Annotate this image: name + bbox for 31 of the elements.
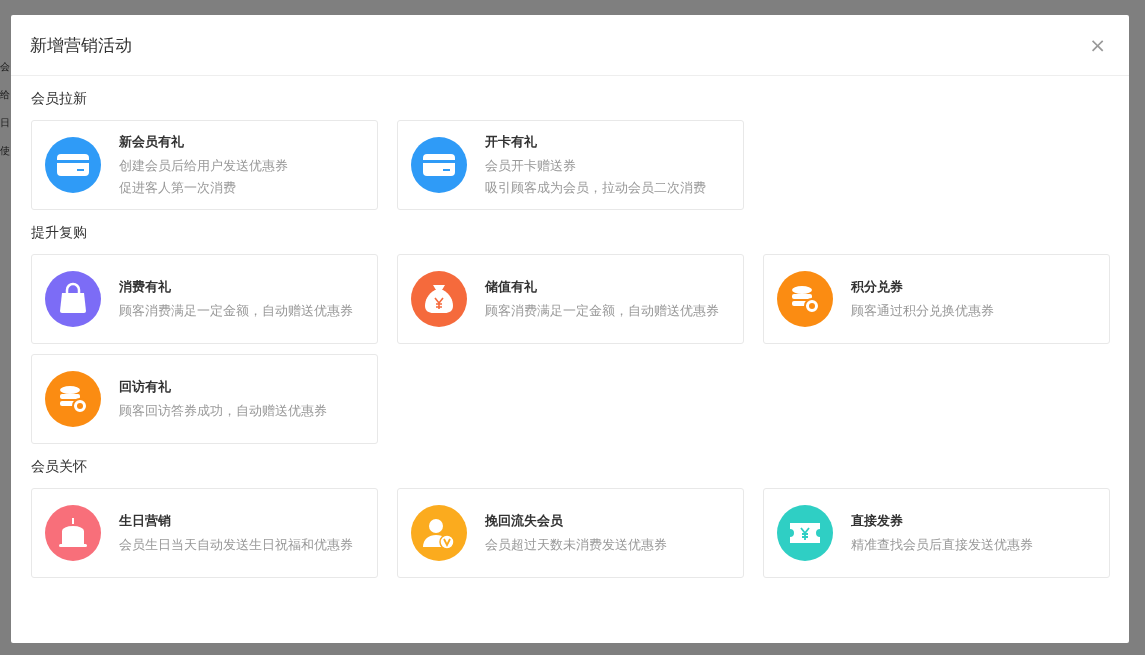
activity-card[interactable]: 回访有礼 顾客回访答券成功，自动赠送优惠券: [31, 354, 378, 444]
dialog-title: 新增营销活动: [30, 33, 132, 57]
card-title: 积分兑券: [851, 278, 904, 296]
card-title: 直接发券: [851, 512, 904, 530]
card-description: 会员生日当天自动发送生日祝福和优惠券: [119, 537, 353, 554]
activity-card[interactable]: 开卡有礼 会员开卡赠送券 吸引顾客成为会员，拉动会员二次消费: [397, 120, 744, 210]
card-title: 回访有礼: [119, 378, 172, 396]
section-title: 提升复购: [31, 224, 88, 242]
activity-card[interactable]: 直接发券 精准查找会员后直接发送优惠券: [763, 488, 1110, 578]
card-description: 会员开卡赠送券: [485, 158, 577, 175]
card-description: 顾客回访答券成功，自动赠送优惠券: [119, 403, 327, 420]
section-title: 会员拉新: [31, 90, 88, 108]
card-description: 吸引顾客成为会员，拉动会员二次消费: [485, 180, 706, 197]
background-label: 使: [0, 144, 10, 158]
background-label: 会: [0, 60, 10, 74]
card-title: 消费有礼: [119, 278, 172, 296]
card-title: 挽回流失会员: [485, 512, 564, 530]
card-description: 顾客通过积分兑换优惠券: [851, 303, 994, 320]
card-title: 新会员有礼: [119, 133, 185, 151]
card-description: 精准查找会员后直接发送优惠券: [851, 537, 1033, 554]
card-title: 生日营销: [119, 512, 172, 530]
activity-card[interactable]: 积分兑券 顾客通过积分兑换优惠券: [763, 254, 1110, 344]
section-title: 会员关怀: [31, 458, 88, 476]
background-label: 给: [0, 88, 10, 102]
card-title: 开卡有礼: [485, 133, 538, 151]
card-description: 创建会员后给用户发送优惠券: [119, 158, 288, 175]
activity-card[interactable]: 生日营销 会员生日当天自动发送生日祝福和优惠券: [31, 488, 378, 578]
card-title: 储值有礼: [485, 278, 538, 296]
background-label: 日: [0, 116, 10, 130]
activity-card[interactable]: 挽回流失会员 会员超过天数未消费发送优惠券: [397, 488, 744, 578]
card-description: 会员超过天数未消费发送优惠券: [485, 537, 667, 554]
